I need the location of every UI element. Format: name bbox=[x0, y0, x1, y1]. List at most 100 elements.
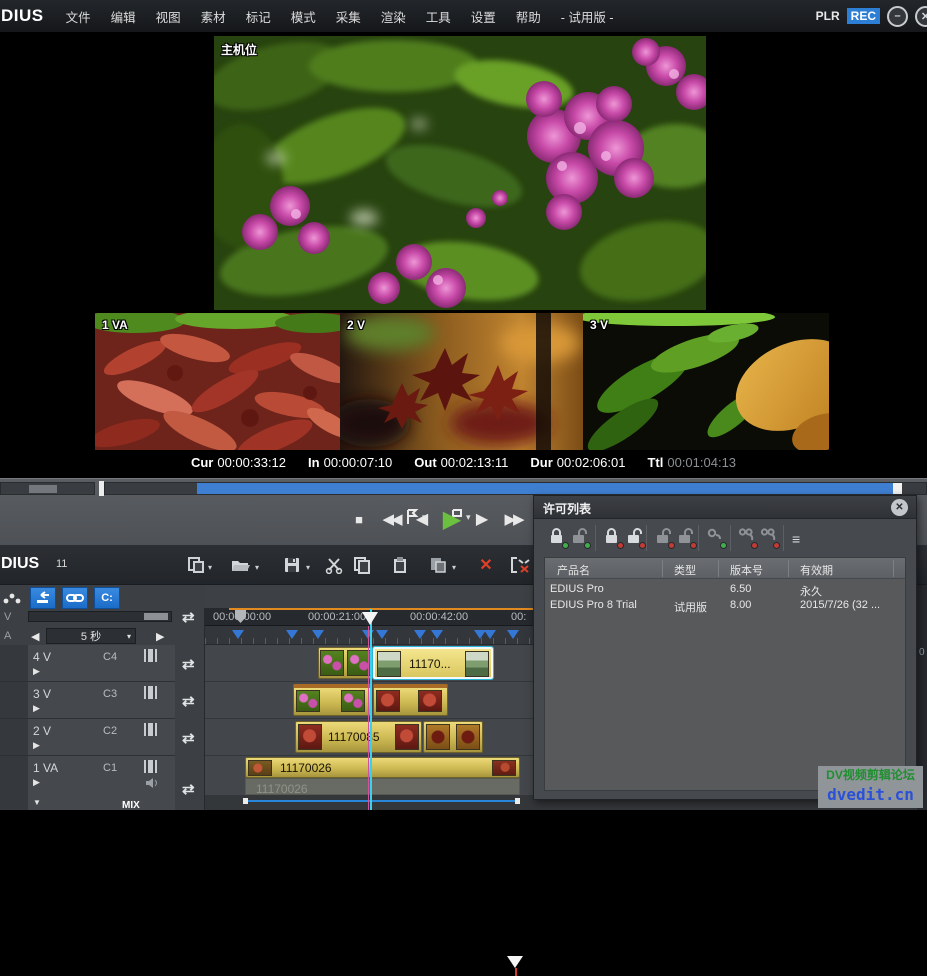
play-button[interactable]: ▶ bbox=[436, 496, 468, 542]
track-mute-area[interactable] bbox=[0, 682, 28, 718]
paste-special-button[interactable] bbox=[426, 553, 450, 577]
swap-icon[interactable]: ⇄ bbox=[182, 655, 195, 673]
rewind-button[interactable]: ◀◀ bbox=[376, 496, 406, 542]
unlink-license-button[interactable] bbox=[738, 527, 758, 549]
stop-button[interactable]: ■ bbox=[348, 496, 370, 542]
timeline-mode-icon[interactable] bbox=[3, 593, 21, 605]
col-validity[interactable]: 有效期 bbox=[800, 562, 833, 578]
menu-help[interactable]: 帮助 bbox=[506, 7, 551, 26]
track-mute-area[interactable] bbox=[0, 756, 28, 810]
track-header-4v[interactable]: 4 V C4 ▶ bbox=[0, 645, 175, 682]
menu-marker[interactable]: 标记 bbox=[236, 7, 281, 26]
close-button[interactable]: ✕ bbox=[915, 6, 927, 27]
chevron-down-icon[interactable]: ▾ bbox=[255, 563, 259, 572]
swap-icon[interactable]: ⇄ bbox=[182, 780, 195, 798]
plr-mode-button[interactable]: PLR bbox=[816, 9, 840, 23]
timescale-select[interactable]: 5 秒 ▾ bbox=[46, 628, 136, 644]
menu-clip[interactable]: 素材 bbox=[191, 7, 236, 26]
link-license-button[interactable] bbox=[707, 527, 727, 549]
swap-icon[interactable]: ⇄ bbox=[182, 729, 195, 747]
expand-icon[interactable]: ▶ bbox=[33, 777, 40, 788]
menu-settings[interactable]: 设置 bbox=[461, 7, 506, 26]
ripple-trim-button[interactable] bbox=[508, 553, 532, 577]
release-license-button[interactable] bbox=[655, 527, 675, 549]
menu-view[interactable]: 视图 bbox=[146, 7, 191, 26]
marker-icon[interactable] bbox=[431, 630, 443, 639]
marker-icon[interactable] bbox=[286, 630, 298, 639]
track-header-3v[interactable]: 3 V C3 ▶ bbox=[0, 682, 175, 719]
timeline-playhead-handle[interactable] bbox=[362, 612, 378, 625]
license-row[interactable]: EDIUS Pro 8 Trial 试用版 8.00 2015/7/26 (32… bbox=[545, 598, 905, 614]
track-header-1va[interactable]: 1 VA C1 ▶ ▼ MIX bbox=[0, 756, 175, 810]
save-project-button[interactable] bbox=[280, 553, 304, 577]
open-project-button[interactable] bbox=[228, 553, 252, 577]
swap-icon[interactable]: ⇄ bbox=[182, 608, 195, 626]
preview-scrollbar[interactable] bbox=[0, 482, 95, 495]
release-all-button[interactable] bbox=[677, 527, 697, 549]
prev-frame-button[interactable]: ◀ bbox=[412, 496, 432, 542]
timeline-clip-selected[interactable]: 11170... bbox=[373, 647, 493, 679]
playhead-line[interactable] bbox=[370, 609, 372, 810]
zoom-in-button[interactable]: ▶ bbox=[156, 630, 164, 643]
track-mute-area[interactable] bbox=[0, 719, 28, 755]
cut-button[interactable] bbox=[322, 553, 346, 577]
track-header-2v[interactable]: 2 V C2 ▶ bbox=[0, 719, 175, 756]
swap-icon[interactable]: ⇄ bbox=[182, 692, 195, 710]
menu-mode[interactable]: 模式 bbox=[281, 7, 326, 26]
rec-mode-button[interactable]: REC bbox=[847, 8, 880, 24]
next-frame-button[interactable]: ▶ bbox=[472, 496, 492, 542]
menu-edit[interactable]: 编辑 bbox=[101, 7, 146, 26]
marker-icon[interactable] bbox=[232, 630, 244, 639]
col-product[interactable]: 产品名 bbox=[557, 562, 590, 578]
sync-mode-button[interactable] bbox=[62, 587, 88, 609]
rubber-band-point[interactable] bbox=[515, 798, 520, 804]
col-type[interactable]: 类型 bbox=[674, 562, 696, 578]
zoom-out-button[interactable]: ◀ bbox=[31, 630, 39, 643]
timeline-zoom-slider[interactable] bbox=[28, 611, 172, 622]
seek-bar[interactable] bbox=[104, 482, 927, 495]
unlock-online-button[interactable] bbox=[571, 527, 591, 549]
lock-offline-button[interactable] bbox=[604, 527, 624, 549]
col-version[interactable]: 版本号 bbox=[730, 562, 763, 578]
seek-end-handle[interactable] bbox=[893, 483, 902, 494]
timeline-clip[interactable] bbox=[373, 684, 448, 716]
lock-online-button[interactable] bbox=[549, 527, 569, 549]
zoom-slider-handle[interactable] bbox=[144, 613, 168, 620]
marker-icon[interactable] bbox=[312, 630, 324, 639]
unlock-offline-button[interactable] bbox=[626, 527, 646, 549]
timeline-clip[interactable]: 11170085 bbox=[295, 721, 422, 753]
dialog-titlebar[interactable]: 许可列表 ✕ bbox=[534, 496, 916, 519]
copy-button[interactable] bbox=[350, 553, 374, 577]
list-view-button[interactable]: ≡ bbox=[792, 531, 800, 547]
marker-icon[interactable] bbox=[484, 630, 496, 639]
menu-tools[interactable]: 工具 bbox=[416, 7, 461, 26]
menu-render[interactable]: 渲染 bbox=[371, 7, 416, 26]
marker-icon[interactable] bbox=[507, 630, 519, 639]
new-sequence-button[interactable] bbox=[184, 553, 208, 577]
paste-button[interactable] bbox=[388, 553, 412, 577]
timeline-clip[interactable] bbox=[293, 684, 372, 716]
license-table-header[interactable]: 产品名 类型 版本号 有效期 bbox=[545, 558, 905, 579]
license-row[interactable]: EDIUS Pro 6.50 永久 bbox=[545, 582, 905, 598]
marker-icon[interactable] bbox=[414, 630, 426, 639]
expand-icon[interactable]: ▶ bbox=[33, 666, 40, 677]
expand-icon[interactable]: ▶ bbox=[33, 740, 40, 751]
unlink-all-button[interactable] bbox=[760, 527, 780, 549]
menu-capture[interactable]: 采集 bbox=[326, 7, 371, 26]
chevron-down-icon[interactable]: ▾ bbox=[208, 563, 212, 572]
preview-scrollbar-handle[interactable] bbox=[29, 485, 57, 493]
timeline-clip[interactable] bbox=[318, 647, 372, 679]
menu-file[interactable]: 文件 bbox=[56, 7, 101, 26]
timeline-clip[interactable]: 11170026 bbox=[245, 757, 520, 778]
insert-mode-button[interactable] bbox=[30, 587, 56, 609]
delete-button[interactable]: ✕ bbox=[474, 553, 498, 577]
seek-playhead[interactable] bbox=[507, 956, 523, 968]
track-mute-area[interactable] bbox=[0, 645, 28, 681]
rubber-band-point[interactable] bbox=[243, 798, 248, 804]
fast-forward-button[interactable]: ▶▶ bbox=[498, 496, 528, 542]
dialog-close-button[interactable]: ✕ bbox=[891, 499, 908, 516]
audio-region[interactable]: 11170026 bbox=[245, 778, 520, 795]
collapse-icon[interactable]: ▼ bbox=[33, 798, 41, 807]
ripple-mode-button[interactable]: C: bbox=[94, 587, 120, 609]
seek-inout-range[interactable] bbox=[197, 483, 893, 494]
